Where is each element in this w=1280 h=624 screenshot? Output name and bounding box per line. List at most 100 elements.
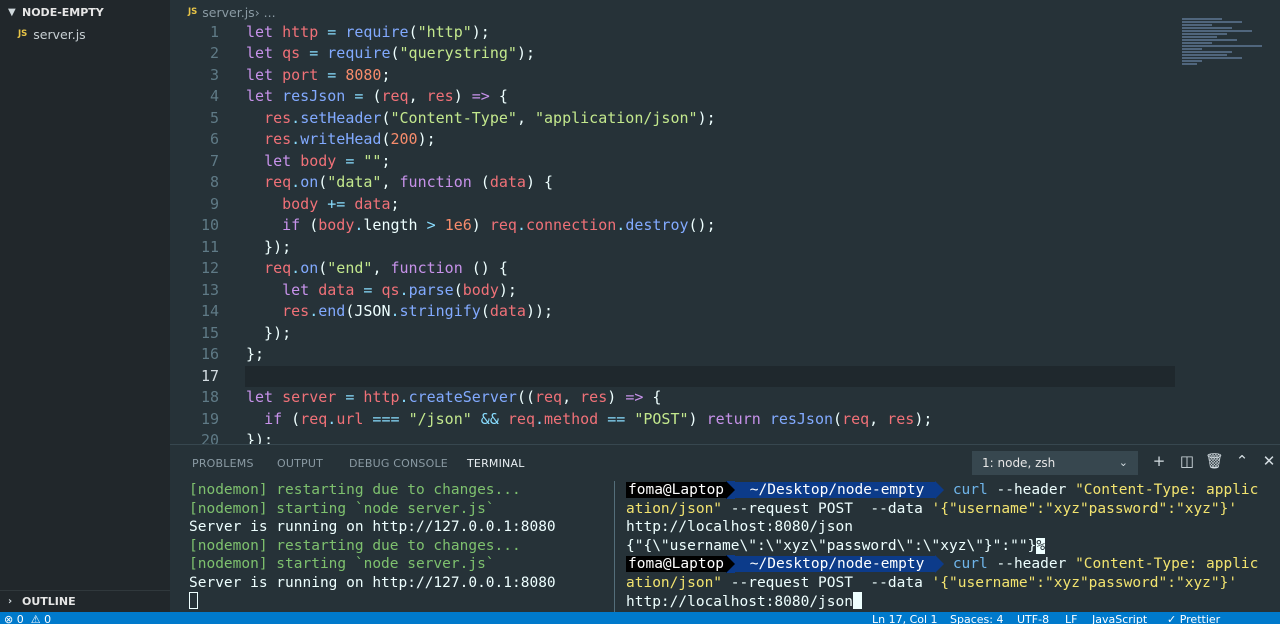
breadcrumb-file[interactable]: server.js [202, 5, 254, 20]
code-line[interactable]: 1 let http = require("http"); [170, 22, 1280, 44]
add-terminal-icon[interactable]: + [1150, 452, 1168, 470]
code-token: req [489, 216, 517, 234]
tab-debug-console[interactable]: DEBUG CONSOLE [349, 457, 448, 470]
code-line[interactable]: 18 let server = http.createServer((req, r… [170, 387, 1280, 409]
cursor-position[interactable]: Ln 17, Col 1 [872, 613, 938, 624]
problems-count[interactable]: ⊗ 0 ⚠ 0 [4, 613, 51, 624]
code-token: ( [318, 173, 328, 191]
code-token: port [282, 65, 319, 84]
code-token: ) { [525, 173, 554, 191]
code-token: req [300, 409, 328, 428]
code-token: && [471, 409, 508, 428]
code-token: data [318, 280, 355, 299]
file-item-server-js[interactable]: JS server.js [0, 24, 170, 44]
code-token: 1e6 [444, 216, 472, 234]
code-token: data [489, 173, 526, 191]
minimap[interactable] [1182, 18, 1272, 68]
code-token: ); [498, 280, 517, 299]
code-token: require [327, 44, 391, 62]
code-editor[interactable]: JS server.js › ... 1 let http = require("… [170, 0, 1280, 444]
code-token: let [246, 87, 283, 105]
code-line[interactable]: 6 res.writeHead(200); [170, 129, 1280, 151]
command-arg: '{"username":"xyz"password":"xyz"}' [931, 500, 1238, 517]
js-file-icon: JS [18, 29, 28, 39]
command-arg: ation/json" [626, 500, 723, 517]
command-flag: --request POST --data [722, 574, 932, 591]
code-token: = [336, 388, 364, 406]
code-line[interactable]: 4 let resJson = (req, res) => { [170, 86, 1280, 108]
code-token: }); [246, 323, 292, 342]
tab-output[interactable]: OUTPUT [277, 457, 323, 470]
code-line[interactable]: 13 let data = qs.parse(body); [170, 280, 1280, 302]
code-line[interactable]: 14 res.end(JSON.stringify(data)); [170, 301, 1280, 323]
code-token: http [282, 22, 319, 41]
terminal-line: http://localhost:8080/json [626, 518, 1280, 537]
code-line[interactable]: 7 let body = ""; [170, 151, 1280, 173]
tab-terminal[interactable]: TERMINAL [467, 457, 525, 470]
command-name: curl [952, 482, 988, 498]
end-of-line[interactable]: LF [1065, 613, 1077, 624]
indentation[interactable]: Spaces: 4 [950, 613, 1003, 624]
line-number: 11 [200, 237, 219, 256]
terminal-line: {"{\"username\":\"xyz\"password\":\"xyz\… [626, 537, 1280, 556]
line-number: 15 [200, 323, 219, 342]
prettier-status[interactable]: ✓ Prettier [1167, 613, 1220, 624]
code-token: body [318, 216, 355, 234]
code-token: }); [246, 431, 274, 444]
code-line[interactable]: 10 if (body. length > 1e6) req.connection… [170, 215, 1280, 237]
code-line[interactable]: 19 if (req.url === "/json" && req.method… [170, 409, 1280, 431]
code-token: = [300, 44, 328, 62]
terminal-pane-right[interactable]: foma@Laptop ~/Desktop/node-empty curl --… [614, 481, 1280, 613]
code-token: 8080 [345, 65, 382, 84]
code-token: setHeader [300, 108, 382, 127]
command-flag: --request POST --data [722, 500, 932, 517]
code-token: url [336, 409, 364, 428]
code-token: req [507, 409, 535, 428]
code-line[interactable]: 5 res.setHeader("Content-Type", "applica… [170, 108, 1280, 130]
code-token: req [842, 409, 870, 428]
code-token: > [426, 216, 436, 234]
code-line[interactable]: 2 let qs = require("querystring"); [170, 43, 1280, 65]
breadcrumb[interactable]: JS server.js › ... [188, 3, 276, 21]
code-token: end [318, 302, 346, 320]
code-line[interactable]: 8 req.on("data", function (data) { [170, 172, 1280, 194]
sidebar: ▼ NODE-EMPTY JS server.js › OUTLINE [0, 0, 170, 612]
code-token: stringify [399, 302, 481, 320]
close-icon[interactable]: ✕ [1260, 452, 1278, 470]
code-line[interactable]: 11 }); [170, 237, 1280, 259]
outline-header[interactable]: › OUTLINE [0, 590, 170, 612]
terminal-select[interactable]: 1: node, zsh ⌄ [972, 451, 1138, 475]
code-line[interactable]: 20}); [170, 430, 1280, 444]
code-token: on [300, 173, 319, 191]
code-line[interactable]: 15 }); [170, 323, 1280, 345]
code-line[interactable]: 12 req.on("end", function () { [170, 258, 1280, 280]
language-mode[interactable]: JavaScript [1092, 613, 1147, 624]
trash-icon[interactable]: 🗑 [1205, 452, 1224, 470]
code-token: "application/json" [535, 108, 698, 127]
response-marker: % [1036, 537, 1046, 554]
prompt-user: foma@Laptop [626, 556, 727, 572]
split-terminal-icon[interactable]: ◫ [1178, 452, 1196, 470]
encoding[interactable]: UTF-8 [1017, 613, 1049, 624]
explorer-header[interactable]: ▼ NODE-EMPTY [0, 2, 170, 22]
code-token: qs [282, 44, 301, 62]
chevron-up-icon[interactable]: ⌃ [1233, 452, 1251, 470]
code-token: ); [471, 22, 490, 41]
code-line[interactable]: 16}; [170, 344, 1280, 366]
code-token: if [282, 216, 301, 234]
code-text: }); [246, 430, 273, 444]
file-name: server.js [33, 26, 86, 42]
code-token: let [246, 44, 283, 62]
tab-problems[interactable]: PROBLEMS [192, 457, 254, 470]
command-arg: '{"username":"xyz"password":"xyz"}' [931, 574, 1238, 591]
terminal-pane-left[interactable]: [nodemon] restarting due to changes... [n… [189, 481, 614, 611]
code-token: req [264, 173, 292, 191]
code-line[interactable]: 17 [170, 365, 1280, 387]
breadcrumb-rest[interactable]: › ... [255, 5, 276, 20]
code-line[interactable]: 3 let port = 8080; [170, 65, 1280, 87]
code-line[interactable]: 9 body += data; [170, 194, 1280, 216]
code-token: let [264, 151, 301, 170]
